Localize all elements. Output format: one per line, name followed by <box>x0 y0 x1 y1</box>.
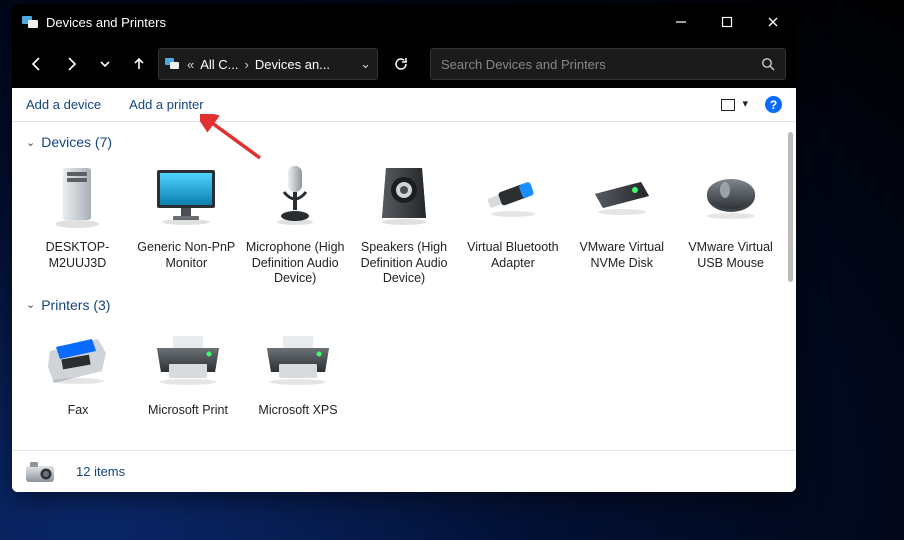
device-item[interactable]: Microphone (High Definition Audio Device… <box>244 156 347 291</box>
app-icon <box>22 16 38 28</box>
device-item[interactable]: Virtual Bluetooth Adapter <box>461 156 564 291</box>
location-icon <box>165 58 181 70</box>
add-device-button[interactable]: Add a device <box>26 97 101 112</box>
close-button[interactable] <box>750 4 796 40</box>
item-label: Fax <box>68 403 89 419</box>
item-label: Generic Non-PnP Monitor <box>137 240 236 271</box>
scrollbar[interactable] <box>788 132 793 282</box>
device-item[interactable]: VMware Virtual USB Mouse <box>679 156 782 291</box>
disk-icon <box>585 160 659 234</box>
search-placeholder: Search Devices and Printers <box>441 57 606 72</box>
back-button[interactable] <box>22 49 52 79</box>
content-pane: Add a device Add a printer ? ⌄ Devices (… <box>12 88 796 492</box>
breadcrumb-part2[interactable]: Devices an... <box>255 57 330 72</box>
printer-item[interactable]: Microsoft XPS <box>246 319 350 423</box>
item-label: Speakers (High Definition Audio Device) <box>355 240 454 287</box>
command-bar: Add a device Add a printer ? <box>12 88 796 122</box>
device-item[interactable]: Speakers (High Definition Audio Device) <box>353 156 456 291</box>
chevron-down-icon: ⌄ <box>26 136 35 149</box>
mouse-icon <box>694 160 768 234</box>
group-title: Printers (3) <box>41 297 110 313</box>
monitor-icon <box>149 160 223 234</box>
group-title: Devices (7) <box>41 134 112 150</box>
minimize-button[interactable] <box>658 4 704 40</box>
search-icon <box>761 57 775 71</box>
printer-item[interactable]: Microsoft Print <box>136 319 240 423</box>
chevron-right-icon: › <box>245 57 249 72</box>
device-item[interactable]: VMware Virtual NVMe Disk <box>570 156 673 291</box>
device-item[interactable]: DESKTOP-M2UUJ3D <box>26 156 129 291</box>
add-printer-button[interactable]: Add a printer <box>129 97 203 112</box>
fax-icon <box>41 323 115 397</box>
printer-icon <box>151 323 225 397</box>
printer-icon <box>261 323 335 397</box>
up-button[interactable] <box>124 49 154 79</box>
refresh-button[interactable] <box>386 49 416 79</box>
printer-item[interactable]: Fax <box>26 319 130 423</box>
chevron-down-icon: ⌄ <box>26 298 35 311</box>
item-label: Microphone (High Definition Audio Device… <box>246 240 345 287</box>
status-count: 12 items <box>76 464 125 479</box>
speaker-icon <box>367 160 441 234</box>
item-label: Virtual Bluetooth Adapter <box>463 240 562 271</box>
group-header-printers[interactable]: ⌄ Printers (3) <box>26 297 782 313</box>
category-icon <box>22 458 62 486</box>
breadcrumb-part1[interactable]: All C... <box>200 57 238 72</box>
status-bar: 12 items <box>12 450 796 492</box>
help-button[interactable]: ? <box>765 96 782 113</box>
item-area[interactable]: ⌄ Devices (7) DESKTOP <box>12 122 796 450</box>
breadcrumb-prefix: « <box>187 57 194 72</box>
view-options-button[interactable] <box>721 99 751 111</box>
window: Devices and Printers « All C... › <box>12 4 796 492</box>
forward-button[interactable] <box>56 49 86 79</box>
mic-icon <box>258 160 332 234</box>
navbar: « All C... › Devices an... ⌄ Search Devi… <box>12 40 796 88</box>
breadcrumb[interactable]: « All C... › Devices an... ⌄ <box>158 48 378 80</box>
devices-grid: DESKTOP-M2UUJ3D Gen <box>26 156 782 291</box>
item-label: VMware Virtual USB Mouse <box>681 240 780 271</box>
item-label: Microsoft Print <box>148 403 228 419</box>
window-title: Devices and Printers <box>46 15 166 30</box>
printers-grid: Fax Microsoft Print <box>26 319 782 423</box>
search-input[interactable]: Search Devices and Printers <box>430 48 786 80</box>
titlebar[interactable]: Devices and Printers <box>12 4 796 40</box>
device-item[interactable]: Generic Non-PnP Monitor <box>135 156 238 291</box>
view-icon <box>721 99 735 111</box>
breadcrumb-dropdown-icon[interactable]: ⌄ <box>360 56 371 72</box>
item-label: VMware Virtual NVMe Disk <box>572 240 671 271</box>
maximize-button[interactable] <box>704 4 750 40</box>
item-label: Microsoft XPS <box>258 403 337 419</box>
group-header-devices[interactable]: ⌄ Devices (7) <box>26 134 782 150</box>
pc-icon <box>40 160 114 234</box>
bt-adapter-icon <box>476 160 550 234</box>
item-label: DESKTOP-M2UUJ3D <box>28 240 127 271</box>
history-dropdown[interactable] <box>90 49 120 79</box>
